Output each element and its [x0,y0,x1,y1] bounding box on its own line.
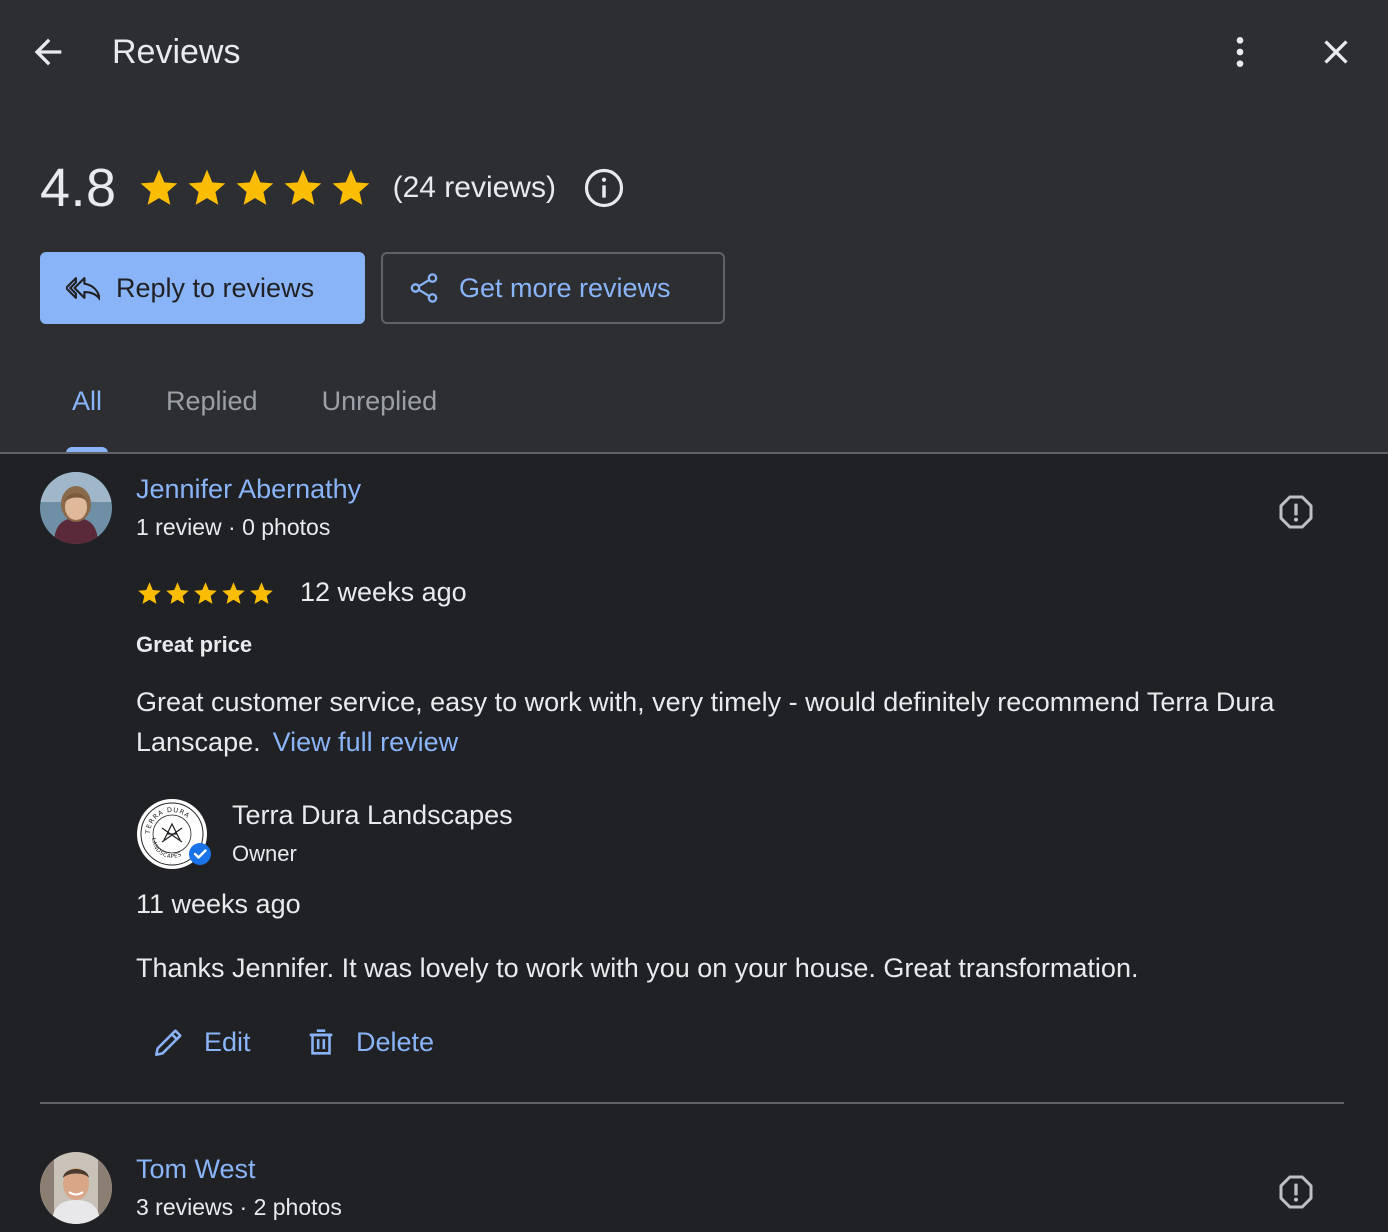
star-icon [284,169,321,205]
tab-replied[interactable]: Replied [134,372,290,453]
review-separator [40,1102,1344,1104]
header-divider [0,452,1388,454]
owner-role: Owner [232,841,297,866]
edit-reply-button[interactable]: Edit [152,1018,251,1066]
owner-name: Terra Dura Landscapes [232,800,513,830]
star-icon [332,169,369,205]
star-icon [138,582,161,604]
reply-to-reviews-label: Reply to reviews [116,272,315,303]
rating-summary: 4.8 (24 reviews) [40,152,626,224]
reviewer-avatar[interactable] [40,472,112,544]
star-icon [166,582,189,604]
review-date: 12 weeks ago [300,577,467,607]
star-icon [140,169,177,205]
reply-text: Thanks Jennifer. It was lovely to work w… [136,953,1139,983]
edit-label: Edit [204,1026,251,1057]
trash-icon [309,1029,333,1055]
reviewer-meta: 3 reviews · 2 photos [136,1194,342,1220]
reviews-header: Reviews 4.8 (24 reviews) Reply to review… [0,0,1388,453]
edit-pencil-icon [154,1029,182,1057]
reviewer-name[interactable]: Tom West [136,1154,256,1185]
share-icon [410,273,438,303]
info-icon[interactable] [582,166,626,210]
average-rating: 4.8 [40,158,117,218]
owner-logo: TERRA DURA LANDSCAPES [136,798,211,870]
view-full-review-link[interactable]: View full review [273,727,459,757]
delete-label: Delete [356,1026,435,1057]
get-more-reviews-button[interactable]: Get more reviews [381,252,725,324]
page-title: Reviews [112,33,241,71]
tab-all[interactable]: All [40,372,134,453]
reviewer-avatar[interactable] [40,1152,112,1224]
review-count: (24 reviews) [392,171,556,204]
get-more-reviews-label: Get more reviews [459,272,671,303]
reply-date: 11 weeks ago [136,889,301,919]
back-arrow-icon[interactable] [24,28,72,76]
review-text-block: Great customer service, easy to work wit… [136,682,1306,762]
reviewer-name[interactable]: Jennifer Abernathy [136,474,361,505]
reviewer-meta: 1 review · 0 photos [136,514,331,540]
report-flag-icon[interactable] [1272,1168,1320,1216]
star-icon [236,169,273,205]
reply-all-icon [66,277,100,301]
report-flag-icon[interactable] [1272,488,1320,536]
tab-unreplied[interactable]: Unreplied [290,372,470,453]
star-icon [194,582,217,604]
review-rating-stars [136,580,275,607]
review-title: Great price [136,632,253,657]
more-vert-icon[interactable] [1216,28,1264,76]
review-filter-tabs: All Replied Unreplied [40,372,469,453]
star-icon [188,169,225,205]
close-icon[interactable] [1312,28,1360,76]
star-icon [222,582,245,604]
delete-reply-button[interactable]: Delete [304,1018,434,1066]
rating-stars [137,166,373,210]
star-icon [250,582,273,604]
reply-to-reviews-button[interactable]: Reply to reviews [40,252,365,324]
